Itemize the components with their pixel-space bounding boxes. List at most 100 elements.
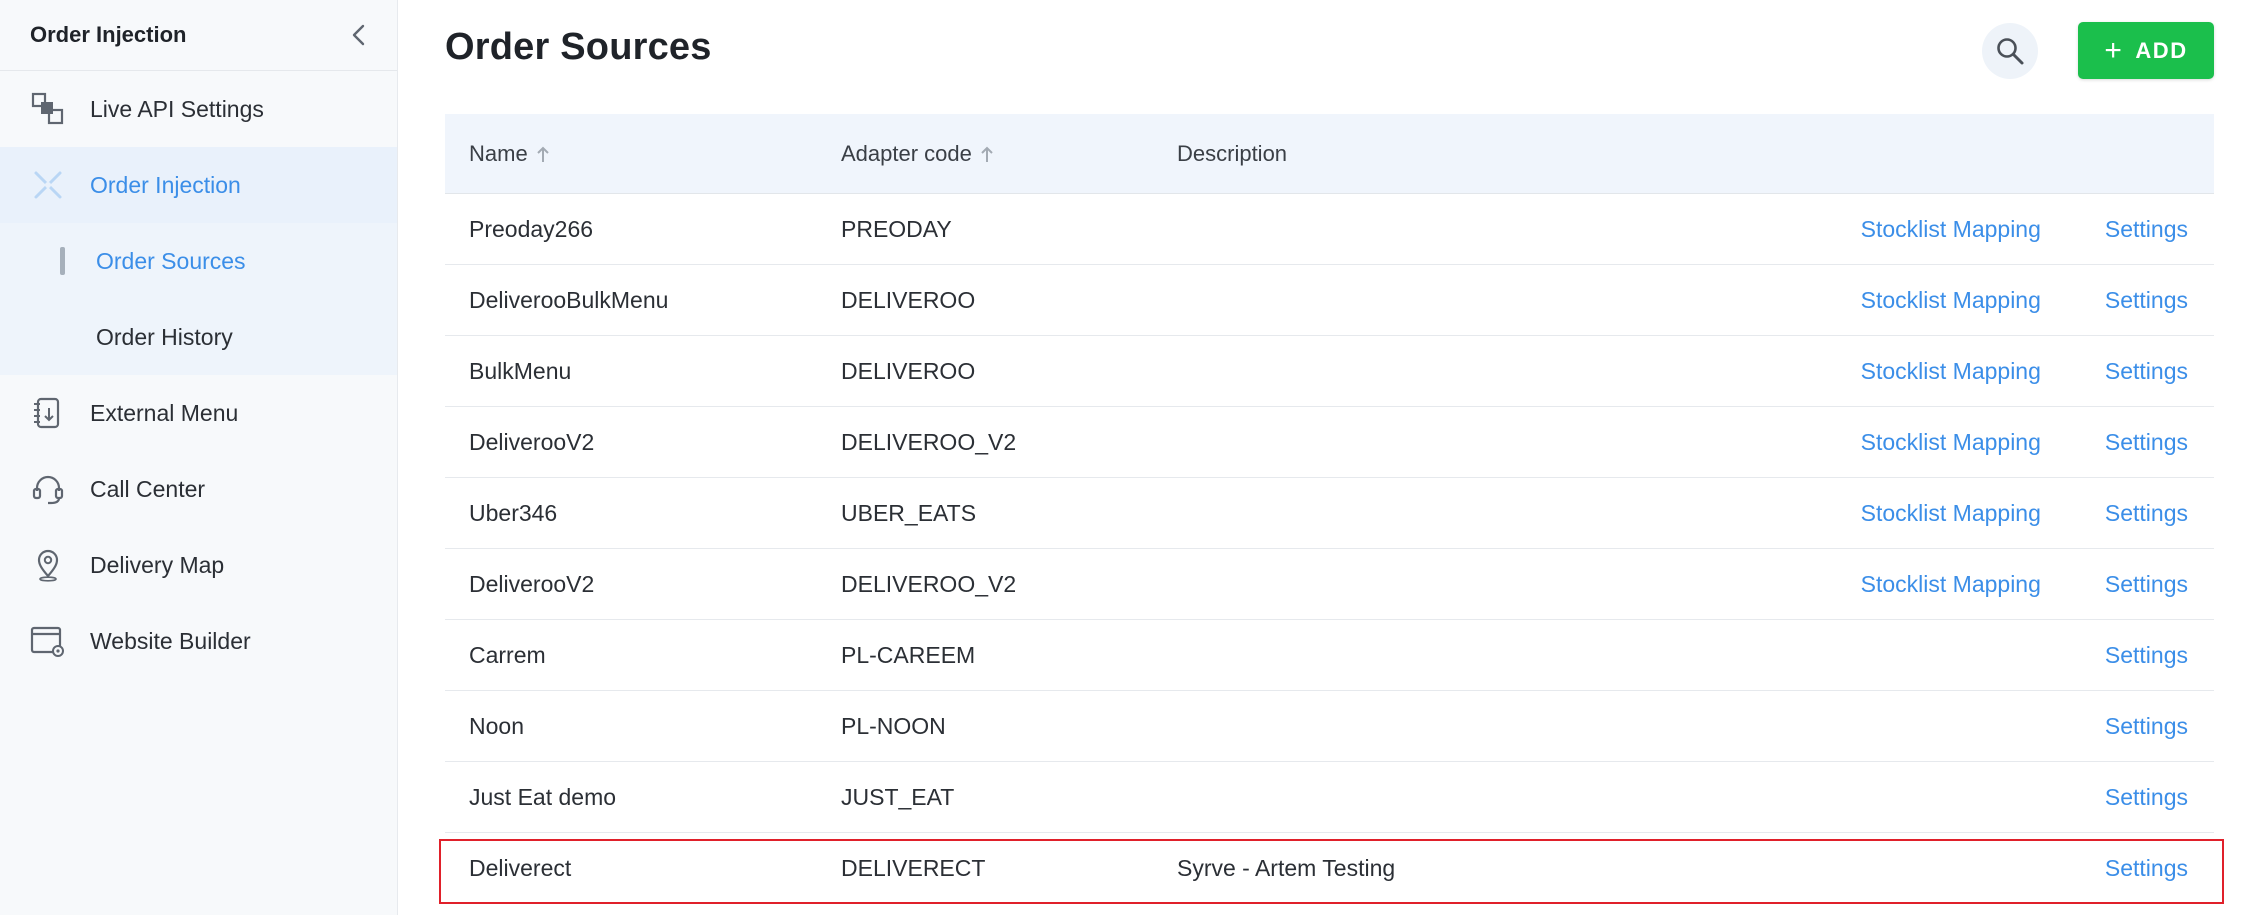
cell-name: DeliverooV2 bbox=[469, 428, 595, 455]
cell-adapter-code: UBER_EATS bbox=[841, 499, 977, 526]
map-pin-icon bbox=[30, 547, 66, 583]
stocklist-mapping-link[interactable]: Stocklist Mapping bbox=[1861, 571, 2041, 598]
api-icon bbox=[30, 91, 66, 127]
website-builder-icon bbox=[30, 623, 66, 659]
cell-adapter-code: PL-NOON bbox=[841, 712, 946, 739]
column-header-label: Name bbox=[469, 140, 528, 166]
selected-indicator bbox=[60, 247, 65, 275]
cell-name: Noon bbox=[469, 712, 524, 739]
table-row: DeliverooV2 DELIVEROO_V2 Stocklist Mapping… bbox=[445, 407, 2214, 478]
plus-icon: + bbox=[2104, 33, 2124, 67]
add-button[interactable]: + ADD bbox=[2078, 22, 2214, 79]
sidebar-item-order-injection[interactable]: Order Injection bbox=[0, 147, 397, 223]
cell-adapter-code: DELIVEROO_V2 bbox=[841, 570, 1017, 597]
sidebar-item-delivery-map[interactable]: Delivery Map bbox=[0, 527, 397, 603]
column-header-label: Adapter code bbox=[841, 140, 972, 166]
settings-link[interactable]: Settings bbox=[2105, 216, 2188, 243]
cell-name: Just Eat demo bbox=[469, 783, 617, 810]
sort-arrow-up-icon bbox=[980, 145, 994, 163]
add-button-label: ADD bbox=[2135, 37, 2188, 63]
cell-name: Preoday266 bbox=[469, 215, 594, 242]
cell-name: Carrem bbox=[469, 641, 546, 668]
search-icon bbox=[1997, 38, 2024, 65]
cell-name: DeliverooBulkMenu bbox=[469, 286, 669, 313]
cell-description: Syrve - Artem Testing bbox=[1177, 854, 1396, 881]
stocklist-mapping-link[interactable]: Stocklist Mapping bbox=[1861, 216, 2041, 243]
sidebar-item-external-menu[interactable]: External Menu bbox=[0, 375, 397, 451]
row-actions: Settings bbox=[1774, 784, 2214, 811]
order-injection-icon bbox=[30, 167, 66, 203]
table-row: Noon PL-NOON Settings bbox=[445, 691, 2214, 762]
row-actions: Settings bbox=[1774, 713, 2214, 740]
row-actions: Settings bbox=[1774, 642, 2214, 669]
table-row: Carrem PL-CAREEM Settings bbox=[445, 620, 2214, 691]
sidebar-subitem-order-sources[interactable]: Order Sources bbox=[0, 223, 397, 299]
settings-link[interactable]: Settings bbox=[2105, 784, 2188, 811]
sidebar-item-label: External Menu bbox=[90, 399, 239, 426]
sidebar-title: Order Injection bbox=[30, 22, 187, 47]
table-row: Deliverect DELIVERECT Syrve - Artem Testin… bbox=[439, 833, 2224, 904]
settings-link[interactable]: Settings bbox=[2105, 571, 2188, 598]
sidebar-subitem-label: Order History bbox=[96, 323, 233, 350]
column-header-label: Description bbox=[1177, 140, 1288, 166]
sidebar-item-call-center[interactable]: Call Center bbox=[0, 451, 397, 527]
sidebar-header: Order Injection bbox=[0, 0, 397, 71]
table-row: DeliverooV2 DELIVEROO_V2 Stocklist Mapping… bbox=[445, 549, 2214, 620]
table-body: Preoday266 PREODAY Stocklist Mapping Settin… bbox=[439, 194, 2224, 904]
stocklist-mapping-link[interactable]: Stocklist Mapping bbox=[1861, 358, 2041, 385]
sidebar-item-label: Website Builder bbox=[90, 627, 251, 654]
settings-link[interactable]: Settings bbox=[2105, 713, 2188, 740]
order-sources-table: Name Adapter code Description Preoday266… bbox=[439, 114, 2224, 904]
cell-adapter-code: DELIVEROO_V2 bbox=[841, 428, 1017, 455]
sidebar-item-label: Order Injection bbox=[90, 171, 241, 198]
sidebar-item-website-builder[interactable]: Website Builder bbox=[0, 603, 397, 679]
settings-link[interactable]: Settings bbox=[2105, 500, 2188, 527]
sidebar-item-label: Delivery Map bbox=[90, 551, 225, 578]
row-actions: Settings bbox=[1774, 855, 2214, 882]
table-row: Preoday266 PREODAY Stocklist Mapping Settin… bbox=[445, 194, 2214, 265]
cell-adapter-code: DELIVEROO bbox=[841, 286, 976, 313]
cell-name: DeliverooV2 bbox=[469, 570, 595, 597]
row-actions: Stocklist Mapping Settings bbox=[1774, 287, 2214, 314]
settings-link[interactable]: Settings bbox=[2105, 642, 2188, 669]
chevron-left-icon bbox=[352, 24, 365, 46]
stocklist-mapping-link[interactable]: Stocklist Mapping bbox=[1861, 429, 2041, 456]
sidebar-item-label: Call Center bbox=[90, 475, 206, 502]
sidebar-subitem-label: Order Sources bbox=[96, 247, 246, 274]
settings-link[interactable]: Settings bbox=[2105, 855, 2188, 882]
cell-adapter-code: DELIVEROO bbox=[841, 357, 976, 384]
table-header: Name Adapter code Description bbox=[445, 114, 2214, 194]
cell-adapter-code: JUST_EAT bbox=[841, 783, 955, 810]
column-header-description: Description bbox=[1177, 141, 1774, 167]
collapse-sidebar-button[interactable] bbox=[345, 21, 373, 49]
column-header-name[interactable]: Name bbox=[445, 141, 841, 167]
row-actions: Stocklist Mapping Settings bbox=[1774, 216, 2214, 243]
stocklist-mapping-link[interactable]: Stocklist Mapping bbox=[1861, 500, 2041, 527]
settings-link[interactable]: Settings bbox=[2105, 287, 2188, 314]
sidebar-item-live-api-settings[interactable]: Live API Settings bbox=[0, 71, 397, 147]
sidebar-item-label: Live API Settings bbox=[90, 95, 264, 122]
table-row: Just Eat demo JUST_EAT Settings bbox=[445, 762, 2214, 833]
sidebar: Order Injection Live API Settings Order … bbox=[0, 0, 398, 915]
sort-arrow-up-icon bbox=[536, 145, 550, 163]
main-content: Order Sources + ADD Name Adapter code De… bbox=[399, 0, 2246, 915]
cell-adapter-code: DELIVERECT bbox=[841, 854, 986, 881]
row-actions: Stocklist Mapping Settings bbox=[1774, 429, 2214, 456]
table-row: BulkMenu DELIVEROO Stocklist Mapping Settin… bbox=[445, 336, 2214, 407]
settings-link[interactable]: Settings bbox=[2105, 358, 2188, 385]
cell-name: BulkMenu bbox=[469, 357, 572, 384]
page-title: Order Sources bbox=[445, 26, 712, 68]
row-actions: Stocklist Mapping Settings bbox=[1774, 500, 2214, 527]
external-menu-icon bbox=[30, 395, 66, 431]
cell-name: Deliverect bbox=[469, 854, 572, 881]
search-button[interactable] bbox=[1982, 23, 2038, 79]
stocklist-mapping-link[interactable]: Stocklist Mapping bbox=[1861, 287, 2041, 314]
settings-link[interactable]: Settings bbox=[2105, 429, 2188, 456]
column-header-adapter-code[interactable]: Adapter code bbox=[841, 141, 1177, 167]
cell-adapter-code: PREODAY bbox=[841, 215, 952, 242]
row-actions: Stocklist Mapping Settings bbox=[1774, 358, 2214, 385]
sidebar-subitem-order-history[interactable]: Order History bbox=[0, 299, 397, 375]
table-row: Uber346 UBER_EATS Stocklist Mapping Setting… bbox=[445, 478, 2214, 549]
headset-icon bbox=[30, 471, 66, 507]
row-actions: Stocklist Mapping Settings bbox=[1774, 571, 2214, 598]
